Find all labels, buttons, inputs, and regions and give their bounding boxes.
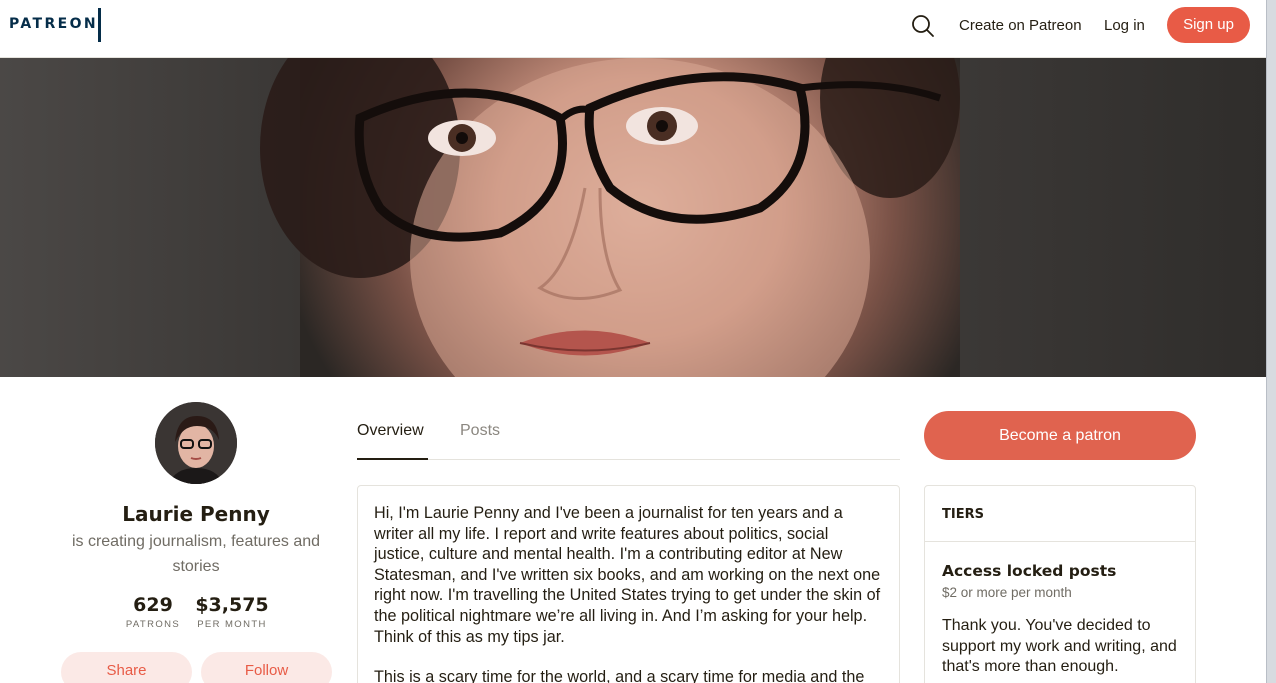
- tab-posts[interactable]: Posts: [460, 422, 500, 440]
- about-paragraph: This is a scary time for the world, and …: [374, 668, 865, 683]
- tier-price: $2 or more per month: [942, 585, 1072, 600]
- creator-name: Laurie Penny: [122, 502, 270, 526]
- create-on-patreon-link[interactable]: Create on Patreon: [959, 17, 1082, 34]
- follow-button[interactable]: Follow: [201, 652, 332, 683]
- about-paragraph: Hi, I'm Laurie Penny and I've been a jou…: [374, 504, 881, 646]
- tier-description: Thank you. You've decided to support my …: [942, 617, 1177, 676]
- monthly-label: PER MONTH: [197, 619, 267, 630]
- monthly-amount: $3,575: [195, 594, 269, 616]
- become-patron-button[interactable]: Become a patron: [924, 411, 1196, 460]
- signup-button[interactable]: Sign up: [1167, 7, 1250, 43]
- patrons-stat: 629 PATRONS: [122, 594, 184, 630]
- cover-glasses-illustration: [354, 58, 942, 377]
- patreon-logo[interactable]: PATREON: [9, 16, 98, 32]
- logo-divider: [98, 8, 101, 42]
- tier-title: Access locked posts: [942, 562, 1117, 580]
- top-nav: PATREON Create on Patreon Log in Sign up: [0, 0, 1266, 58]
- patrons-label: PATRONS: [125, 619, 181, 630]
- tiers-heading: TIERS: [925, 486, 1195, 542]
- tabs-divider: [357, 459, 900, 460]
- cover-photo: [0, 58, 1266, 377]
- tiers-card: TIERS Access locked posts $2 or more per…: [924, 485, 1196, 683]
- login-link[interactable]: Log in: [1104, 17, 1145, 34]
- about-card: Hi, I'm Laurie Penny and I've been a jou…: [357, 485, 900, 683]
- creator-tagline: is creating journalism, features and sto…: [71, 533, 321, 575]
- search-icon[interactable]: [910, 13, 936, 39]
- creator-avatar: [155, 402, 237, 484]
- monthly-stat: $3,575 PER MONTH: [192, 594, 272, 630]
- patrons-count: 629: [133, 594, 173, 616]
- share-button[interactable]: Share: [61, 652, 192, 683]
- tab-overview[interactable]: Overview: [357, 422, 424, 440]
- active-tab-indicator: [357, 458, 428, 460]
- background-window-edge: [1266, 0, 1276, 683]
